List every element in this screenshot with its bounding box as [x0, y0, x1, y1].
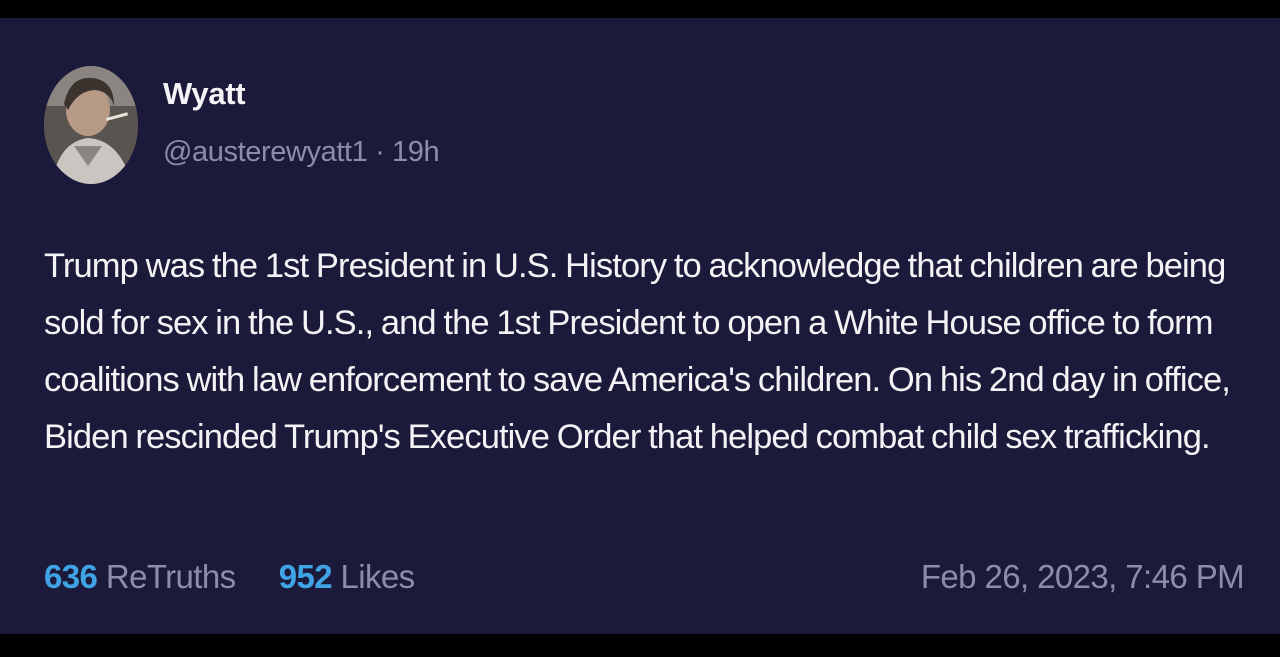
- retruths-stat[interactable]: 636 ReTruths: [44, 558, 244, 595]
- post-card: Wyatt @austerewyatt1 · 19h Trump was the…: [0, 18, 1280, 634]
- likes-count: 952: [278, 558, 333, 595]
- avatar-photo-icon: [44, 66, 138, 184]
- post-timestamp[interactable]: Feb 26, 2023, 7:46 PM: [921, 558, 1245, 596]
- retruths-label: ReTruths: [105, 558, 236, 595]
- author-display-name[interactable]: Wyatt: [163, 76, 246, 112]
- likes-label: Likes: [340, 558, 416, 595]
- author-handle[interactable]: @austerewyatt1: [163, 136, 368, 168]
- relative-time: 19h: [392, 136, 440, 168]
- author-handle-line: @austerewyatt1 · 19h: [163, 136, 440, 169]
- handle-separator: ·: [375, 136, 385, 168]
- retruths-count: 636: [44, 558, 98, 595]
- author-avatar[interactable]: [44, 66, 138, 184]
- post-stats: 636 ReTruths 952 Likes: [44, 558, 415, 596]
- post-body-text: Trump was the 1st President in U.S. Hist…: [44, 247, 1231, 456]
- likes-stat[interactable]: 952 Likes: [279, 558, 415, 595]
